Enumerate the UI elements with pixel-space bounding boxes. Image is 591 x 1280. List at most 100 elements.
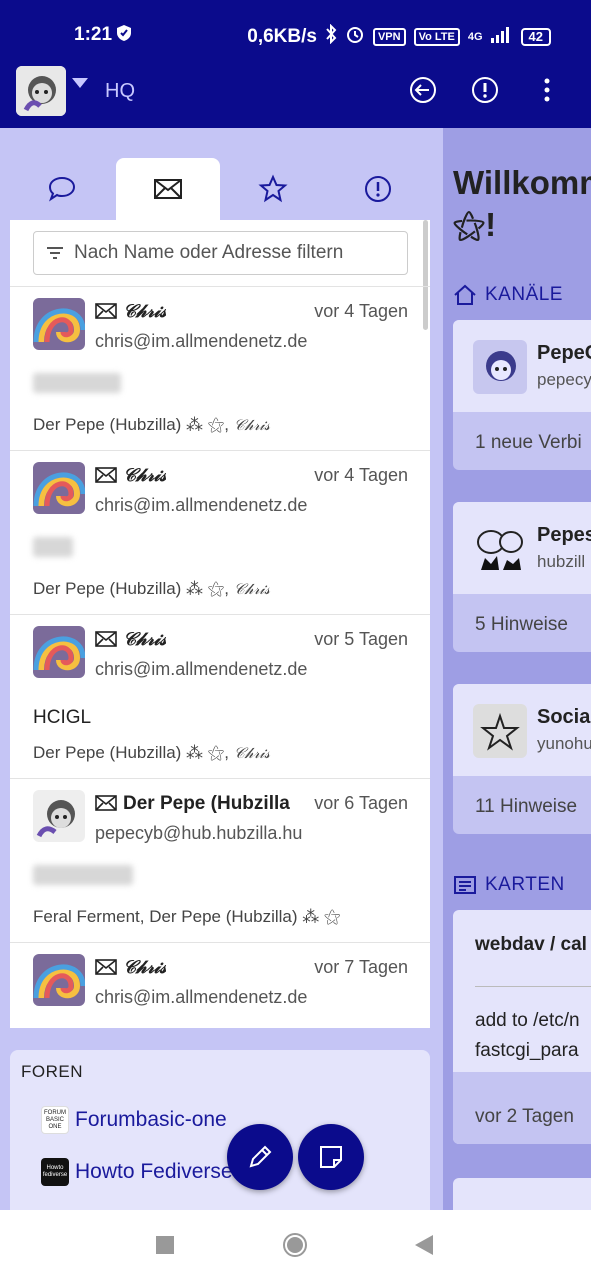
channel-card[interactable]: PepeC pepecy 1 neue Verbi — [453, 320, 591, 470]
sticky-note-icon — [320, 1146, 342, 1168]
channel-notice: 5 Hinweise — [475, 614, 568, 635]
tab-starred[interactable] — [221, 158, 325, 220]
envelope-icon — [95, 630, 117, 653]
filter-input[interactable] — [74, 242, 394, 264]
message-recipients: Feral Ferment, Der Pepe (Hubzilla) ⁂ ⚝ — [33, 907, 341, 927]
sender-avatar[interactable] — [33, 954, 85, 1006]
message-date: vor 6 Tagen — [314, 793, 408, 813]
sender-name: 𝒞𝒽𝓇𝒾𝓈 — [123, 301, 167, 321]
tab-mail[interactable] — [116, 158, 220, 220]
channel-notice: 1 neue Verbi — [475, 432, 582, 453]
sender-avatar[interactable] — [33, 790, 85, 842]
sender-avatar[interactable] — [33, 626, 85, 678]
channel-name: PepeC — [537, 342, 591, 364]
message-item[interactable]: 𝒞𝒽𝓇𝒾𝓈 vor 4 Tagen chris@im.allmendenetz.de… — [10, 286, 430, 450]
sender-avatar[interactable] — [33, 298, 85, 350]
sender-address: chris@im.allmendenetz.de — [95, 495, 308, 515]
alert-circle-icon — [365, 176, 391, 202]
volte-badge: Vo LTE — [413, 28, 460, 46]
forum-item-forumbasic[interactable]: FORUM BASIC ONE Forumbasic-one — [41, 1106, 227, 1134]
envelope-icon — [95, 794, 117, 817]
sender-name: 𝒞𝒽𝓇𝒾𝓈 — [123, 465, 167, 485]
channel-address: hubzill — [537, 552, 586, 571]
forum-item-howto-fediverse[interactable]: Howto fediverse Howto Fediverse — [41, 1158, 233, 1186]
card-date: vor 2 Tagen — [475, 1106, 574, 1127]
sender-address: chris@im.allmendenetz.de — [95, 987, 308, 1007]
forum-avatar: FORUM BASIC ONE — [41, 1106, 69, 1134]
message-recipients: Der Pepe (Hubzilla) ⁂ ⚝, 𝒞𝒽𝓇𝒾𝓈 — [33, 743, 270, 763]
message-subject: HCIGL — [33, 707, 92, 728]
forums-widget: FOREN FORUM BASIC ONE Forumbasic-one How… — [10, 1050, 430, 1210]
envelope-icon — [95, 466, 117, 489]
message-date: vor 5 Tagen — [314, 629, 408, 649]
message-date: vor 7 Tagen — [314, 957, 408, 977]
filter-icon — [47, 247, 63, 259]
recipients-signature: 𝒞𝒽𝓇𝒾𝓈 — [233, 418, 270, 434]
vpn-badge: VPN — [372, 28, 406, 46]
alarm-icon — [345, 24, 365, 50]
home-button-icon[interactable] — [282, 1232, 308, 1258]
alert-circle-icon[interactable] — [471, 76, 499, 104]
message-recipients: Der Pepe (Hubzilla) ⁂ ⚝, 𝒞𝒽𝓇𝒾𝓈 — [33, 579, 270, 599]
channel-address: yunohu — [537, 734, 591, 753]
card-line: fastcgi_para — [475, 1040, 579, 1061]
channel-avatar[interactable] — [16, 66, 66, 116]
welcome-text-line2: ⚝! — [453, 206, 497, 243]
new-note-button[interactable] — [298, 1124, 364, 1190]
tab-chat[interactable] — [10, 158, 114, 220]
sender-name: Der Pepe (Hubzilla — [123, 793, 290, 814]
cards-heading-label: KARTEN — [485, 874, 565, 895]
status-indicators: 0,6KB/s VPN Vo LTE 4G 42 — [247, 23, 551, 50]
sender-name: 𝒞𝒽𝓇𝒾𝓈 — [123, 629, 167, 649]
welcome-heading: Willkomm ⚝! — [453, 162, 591, 246]
channel-address: pepecy — [537, 370, 591, 389]
sender-address: chris@im.allmendenetz.de — [95, 659, 308, 679]
envelope-icon — [95, 958, 117, 981]
home-icon — [454, 284, 476, 305]
message-item[interactable]: 𝒞𝒽𝓇𝒾𝓈 vor 5 Tagen chris@im.allmendenetz.de… — [10, 614, 430, 778]
recipients-signature: 𝒞𝒽𝓇𝒾𝓈 — [233, 582, 270, 598]
compose-button[interactable] — [227, 1124, 293, 1190]
recipients-text: Der Pepe (Hubzilla) ⁂ ⚝, — [33, 579, 234, 598]
tab-notices[interactable] — [326, 158, 430, 220]
network-speed: 0,6KB/s — [247, 26, 317, 47]
tab-bar — [10, 158, 430, 220]
battery-indicator: 42 — [520, 28, 551, 46]
chat-bubble-icon — [48, 176, 76, 202]
recipients-text: Feral Ferment, Der Pepe (Hubzilla) ⁂ ⚝ — [33, 907, 341, 926]
back-circle-icon[interactable] — [409, 76, 437, 104]
cards-heading: KARTEN — [453, 874, 565, 896]
envelope-icon — [95, 302, 117, 325]
pencil-icon — [249, 1145, 272, 1168]
message-list: 𝒞𝒽𝓇𝒾𝓈 vor 4 Tagen chris@im.allmendenetz.de… — [10, 220, 430, 1028]
signal-type: 4G — [467, 31, 483, 43]
star-icon — [258, 174, 288, 203]
sender-avatar[interactable] — [33, 462, 85, 514]
card-item[interactable] — [453, 1178, 591, 1210]
card-line: add to /etc/n — [475, 1010, 580, 1031]
redacted-subject — [33, 373, 121, 393]
card-list-icon — [454, 876, 476, 894]
sender-address: chris@im.allmendenetz.de — [95, 331, 308, 351]
welcome-text: Willkomm — [453, 164, 591, 201]
app-bar: HQ — [0, 62, 591, 128]
redacted-subject — [33, 865, 133, 885]
channels-heading: KANÄLE — [453, 284, 563, 306]
recipients-text: Der Pepe (Hubzilla) ⁂ ⚝, — [33, 743, 234, 762]
recent-apps-icon[interactable] — [155, 1235, 175, 1255]
card-item[interactable]: webdav / cal add to /etc/n fastcgi_para … — [453, 910, 591, 1144]
status-bar: 1:21 0,6KB/s VPN Vo LTE 4G 42 — [0, 0, 591, 62]
channel-card[interactable]: Socia yunohu 11 Hinweise — [453, 684, 591, 834]
back-triangle-icon[interactable] — [414, 1234, 434, 1256]
channel-avatar — [473, 340, 527, 394]
channel-card[interactable]: Pepes hubzill 5 Hinweise — [453, 502, 591, 652]
envelope-icon — [154, 179, 182, 199]
filter-field[interactable] — [33, 231, 408, 275]
channel-notice: 11 Hinweise — [475, 796, 578, 817]
channels-heading-label: KANÄLE — [485, 284, 563, 305]
message-item[interactable]: 𝒞𝒽𝓇𝒾𝓈 vor 4 Tagen chris@im.allmendenetz.de… — [10, 450, 430, 614]
chevron-down-icon[interactable] — [72, 78, 88, 88]
message-item[interactable]: Der Pepe (Hubzilla vor 6 Tagen pepecyb@hub… — [10, 778, 430, 942]
more-vertical-icon[interactable] — [533, 76, 561, 104]
message-item[interactable]: 𝒞𝒽𝓇𝒾𝓈 vor 7 Tagen chris@im.allmendenetz.de — [10, 942, 430, 1028]
